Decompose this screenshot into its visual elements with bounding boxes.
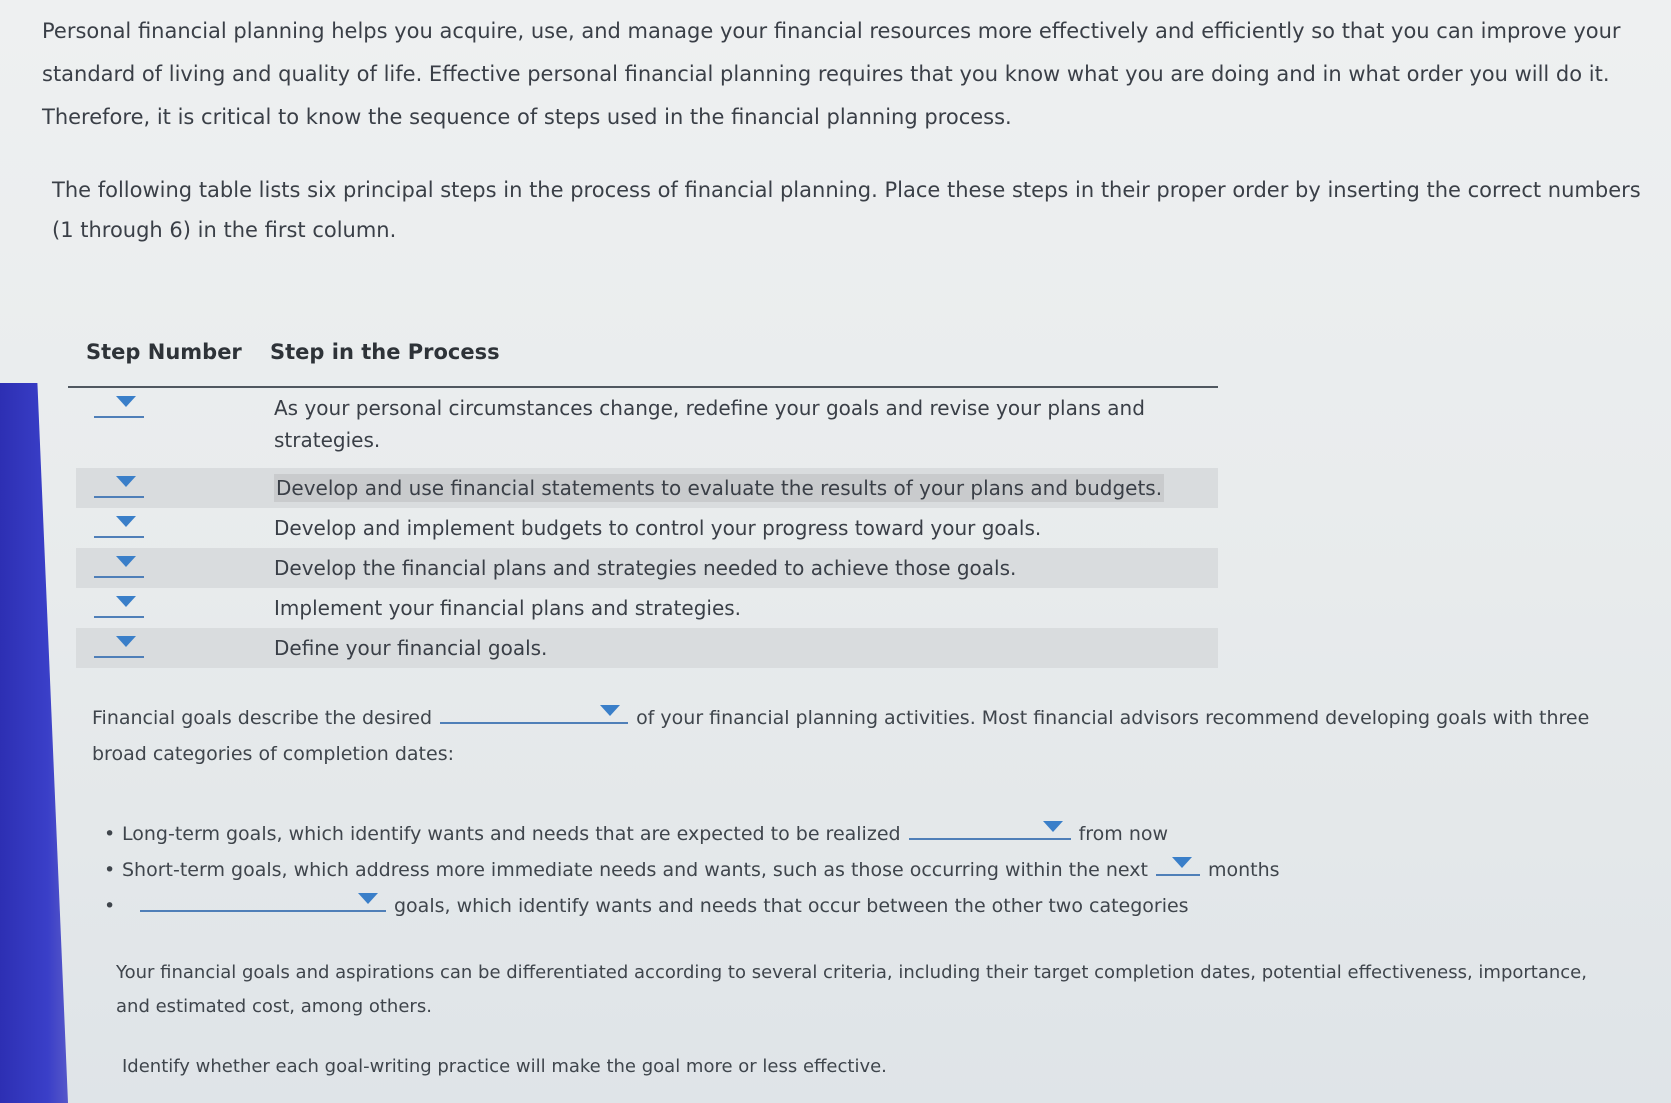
table-row: Define your financial goals. xyxy=(68,628,1218,668)
long-term-suffix: from now xyxy=(1078,823,1169,845)
caret-down-icon xyxy=(116,516,136,527)
table-row: Develop and use financial statements to … xyxy=(68,468,1218,508)
step-number-dropdown[interactable] xyxy=(94,554,144,578)
table-row: Develop the financial plans and strategi… xyxy=(68,548,1218,588)
short-term-text: Short-term goals, which address more imm… xyxy=(122,859,1148,881)
long-term-timeframe-dropdown[interactable] xyxy=(908,818,1071,840)
intermediate-text: goals, which identify wants and needs th… xyxy=(394,895,1189,917)
short-term-suffix: months xyxy=(1207,859,1280,881)
caret-down-icon xyxy=(116,556,136,567)
step-number-dropdown[interactable] xyxy=(94,594,144,618)
goal-category-dropdown[interactable] xyxy=(140,890,386,912)
header-step-number: Step Number xyxy=(86,340,242,364)
list-item: Short-term goals, which address more imm… xyxy=(100,852,1500,888)
goals-text-before: Financial goals describe the desired xyxy=(92,707,433,729)
step-number-dropdown[interactable] xyxy=(94,634,144,658)
table-header-row: Step Number Step in the Process xyxy=(68,332,1218,388)
table-row: Implement your financial plans and strat… xyxy=(68,588,1218,628)
step-text: Develop and implement budgets to control… xyxy=(274,516,1042,540)
caret-down-icon xyxy=(1171,857,1192,868)
goals-paragraph: Financial goals describe the desired of y… xyxy=(92,700,1612,772)
step-number-dropdown[interactable] xyxy=(94,394,144,418)
caret-down-icon xyxy=(116,636,136,647)
steps-table: Step Number Step in the Process As your … xyxy=(68,332,1218,668)
caret-down-icon xyxy=(358,893,378,904)
table-row: As your personal circumstances change, r… xyxy=(68,388,1218,468)
selected-text-highlight: Develop and use financial statements to … xyxy=(274,474,1165,502)
intro-paragraph: Personal financial planning helps you ac… xyxy=(42,19,1621,129)
short-term-months-dropdown[interactable] xyxy=(1155,854,1200,876)
step-number-dropdown[interactable] xyxy=(94,514,144,538)
step-text: Develop and use financial statements to … xyxy=(274,472,1174,504)
caret-down-icon xyxy=(600,705,621,716)
caret-down-icon xyxy=(1042,821,1063,832)
header-step-in-process: Step in the Process xyxy=(270,340,500,364)
long-term-text: Long-term goals, which identify wants an… xyxy=(122,823,901,845)
screen-bezel xyxy=(0,383,68,1103)
caret-down-icon xyxy=(116,476,136,487)
instructions-paragraph: The following table lists six principal … xyxy=(52,178,1641,242)
identify-paragraph: Identify whether each goal-writing pract… xyxy=(122,1056,887,1077)
step-text: Implement your financial plans and strat… xyxy=(274,596,742,620)
goal-categories-list: Long-term goals, which identify wants an… xyxy=(100,816,1500,924)
caret-down-icon xyxy=(116,596,136,607)
list-item: goals, which identify wants and needs th… xyxy=(100,888,1500,924)
step-number-dropdown[interactable] xyxy=(94,474,144,498)
step-text: As your personal circumstances change, r… xyxy=(274,396,1145,452)
goal-purpose-dropdown[interactable] xyxy=(440,702,629,724)
table-row: Develop and implement budgets to control… xyxy=(68,508,1218,548)
step-text: Define your financial goals. xyxy=(274,636,548,660)
criteria-paragraph: Your financial goals and aspirations can… xyxy=(116,962,1587,1017)
step-text: Develop the financial plans and strategi… xyxy=(274,556,1017,580)
list-item: Long-term goals, which identify wants an… xyxy=(100,816,1500,852)
caret-down-icon xyxy=(116,396,136,407)
